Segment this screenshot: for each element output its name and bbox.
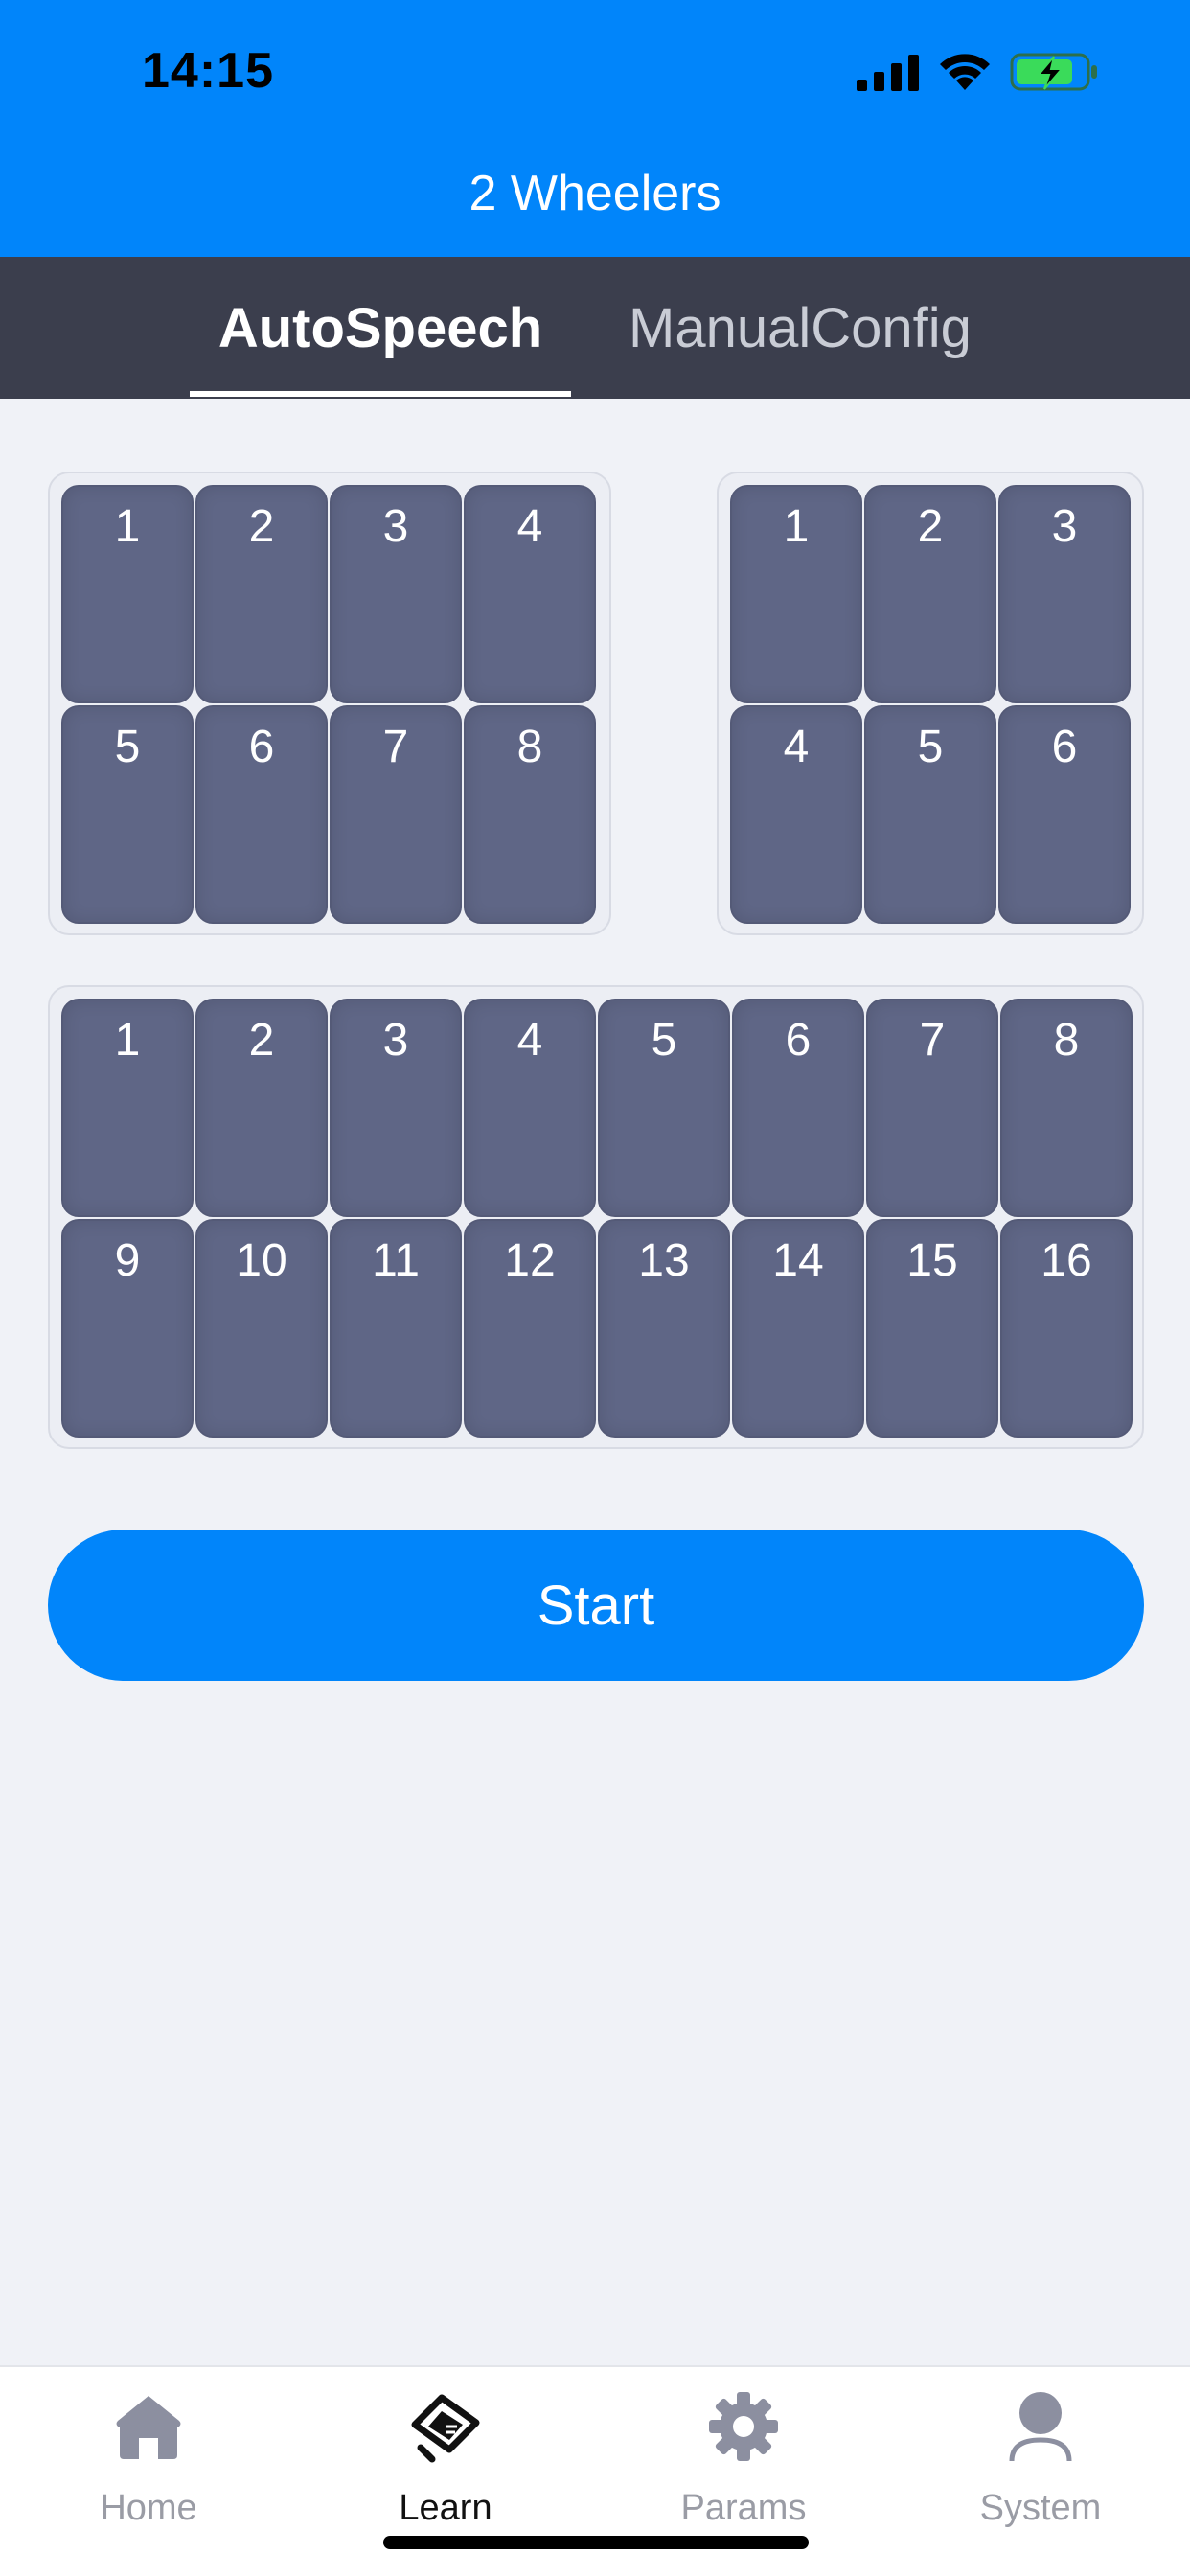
seat-number: 8 [516,722,543,772]
seat-cell[interactable]: 3 [330,999,462,1217]
nav-params[interactable]: Params [638,2388,849,2542]
nav-params-label: Params [680,2488,807,2528]
seat-number: 1 [114,1015,141,1066]
seat-number: 4 [516,501,543,552]
seat-number: 13 [638,1235,690,1286]
seat-number: 10 [236,1235,287,1286]
seat-number: 4 [783,722,810,772]
seat-cell[interactable]: 11 [330,1219,462,1438]
seat-cell[interactable]: 6 [998,705,1131,924]
status-icons [857,48,1100,96]
seat-number: 1 [783,501,810,552]
seat-cell[interactable]: 2 [195,485,328,703]
seat-number: 2 [248,1015,275,1066]
seat-cell[interactable]: 4 [464,999,596,1217]
seat-number: 2 [248,501,275,552]
seat-number: 4 [516,1015,543,1066]
nav-home-label: Home [100,2488,197,2528]
seat-cell[interactable]: 8 [464,705,596,924]
seat-cell[interactable]: 14 [732,1219,864,1438]
home-icon [116,2396,181,2459]
seat-number: 6 [248,722,275,772]
seat-cell[interactable]: 8 [1000,999,1133,1217]
tab-manualconfig[interactable]: ManualConfig [604,257,996,399]
home-indicator [383,2536,809,2549]
seat-cell[interactable]: 5 [864,705,996,924]
person-icon [1009,2392,1072,2462]
nav-system-label: System [979,2488,1102,2528]
seat-number: 6 [785,1015,812,1066]
seat-number: 5 [651,1015,677,1066]
seat-panel-wide: 1 2 3 4 5 6 7 8 9 10 11 12 13 14 15 16 [48,985,1144,1449]
seat-cell[interactable]: 6 [195,705,328,924]
start-button[interactable]: Start [48,1530,1144,1681]
seat-number: 11 [372,1235,420,1286]
seat-number: 14 [772,1235,824,1286]
signal-icon [857,55,919,91]
seat-cell[interactable]: 4 [464,485,596,703]
seat-cell[interactable]: 16 [1000,1219,1133,1438]
seat-cell[interactable]: 13 [598,1219,730,1438]
seat-cell[interactable]: 5 [598,999,730,1217]
seat-number: 15 [906,1235,958,1286]
status-time: 14:15 [142,43,274,99]
nav-learn-label: Learn [399,2488,492,2528]
wifi-icon [940,54,990,90]
seat-panel-right: 1 2 3 4 5 6 [717,472,1144,935]
seat-cell[interactable]: 15 [866,1219,998,1438]
seat-number: 3 [382,1015,409,1066]
seat-number: 1 [114,501,141,552]
seat-number: 5 [917,722,944,772]
seat-panel-left: 1 2 3 4 5 6 7 8 [48,472,611,935]
seat-number: 3 [382,501,409,552]
seat-cell[interactable]: 2 [864,485,996,703]
active-tab-indicator [190,391,571,397]
battery-charging-icon [1010,53,1097,91]
tab-autospeech[interactable]: AutoSpeech [190,257,571,399]
nav-learn[interactable]: Learn [340,2388,551,2542]
seat-cell[interactable]: 9 [61,1219,194,1438]
seat-number: 2 [917,501,944,552]
learn-icon [411,2394,480,2463]
seat-number: 7 [919,1015,946,1066]
seat-number: 7 [382,722,409,772]
seat-number: 9 [114,1235,141,1286]
seat-number: 12 [504,1235,556,1286]
nav-home[interactable]: Home [43,2388,254,2542]
seat-number: 16 [1041,1235,1092,1286]
seat-cell[interactable]: 3 [330,485,462,703]
seat-number: 8 [1053,1015,1080,1066]
seat-cell[interactable]: 2 [195,999,328,1217]
seat-number: 5 [114,722,141,772]
seat-cell[interactable]: 5 [61,705,194,924]
seat-number: 3 [1051,501,1078,552]
seat-cell[interactable]: 1 [61,999,194,1217]
tab-bar: AutoSpeech ManualConfig [0,257,1190,399]
seat-cell[interactable]: 7 [330,705,462,924]
seat-number: 6 [1051,722,1078,772]
seat-cell[interactable]: 1 [61,485,194,703]
seat-cell[interactable]: 12 [464,1219,596,1438]
page-title: 2 Wheelers [469,166,721,221]
gear-icon [709,2392,778,2461]
seat-cell[interactable]: 3 [998,485,1131,703]
seat-cell[interactable]: 1 [730,485,862,703]
seat-cell[interactable]: 7 [866,999,998,1217]
seat-cell[interactable]: 4 [730,705,862,924]
seat-cell[interactable]: 10 [195,1219,328,1438]
header: 14:15 2 Wheelers [0,0,1190,257]
seat-cell[interactable]: 6 [732,999,864,1217]
nav-system[interactable]: System [935,2388,1146,2542]
